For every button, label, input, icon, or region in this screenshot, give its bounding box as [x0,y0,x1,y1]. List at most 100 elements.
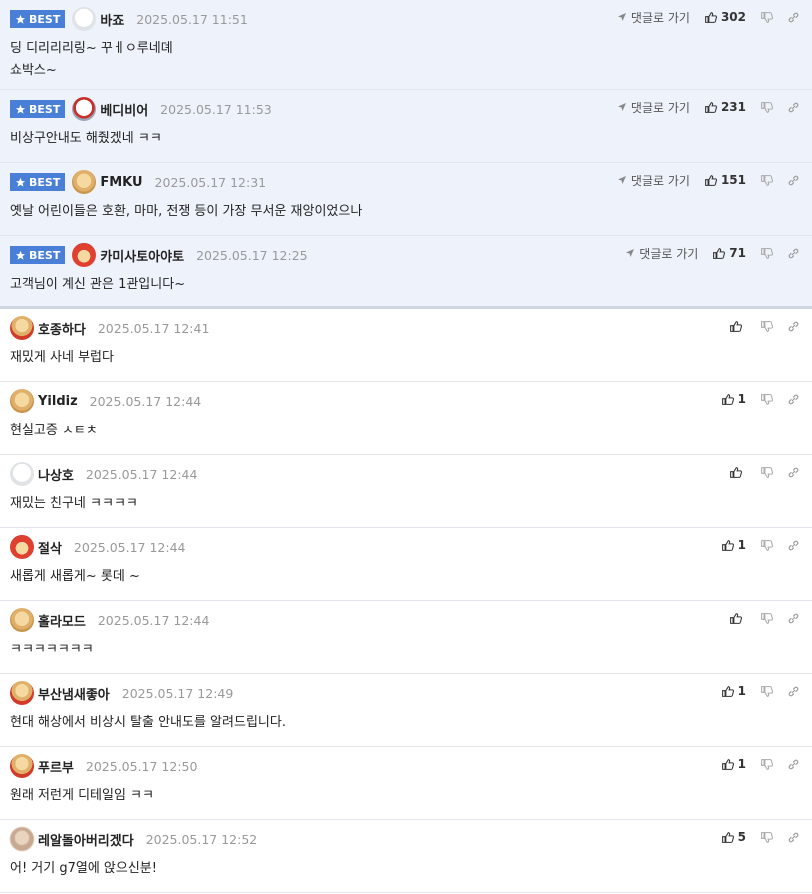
comment-actions: 5 [721,827,800,847]
go-to-reply-link[interactable]: 댓글로 가기 [617,172,690,189]
like-count: 5 [737,830,746,844]
thumbs-up-icon [730,320,742,332]
thumbs-down-icon [761,393,773,405]
thumbs-up-icon [721,685,734,697]
reply-label: 댓글로 가기 [630,100,690,115]
thumbs-down-icon [761,539,773,551]
share-link-button[interactable] [787,247,800,260]
avatar[interactable] [10,827,34,851]
nickname[interactable]: 호종하다 [38,319,86,338]
like-button[interactable]: 1 [721,757,746,771]
share-link-button[interactable] [787,101,800,114]
link-icon [788,832,799,842]
nickname[interactable]: 절삭 [38,538,62,557]
comment-date: 2025.05.17 12:25 [196,247,308,263]
like-button[interactable]: 231 [704,100,746,114]
avatar[interactable] [10,608,34,632]
nickname[interactable]: FMKU [100,175,142,190]
share-link-button[interactable] [787,758,800,771]
dislike-button[interactable] [760,11,773,24]
link-icon [788,394,799,404]
comment-header: 호종하다 2025.05.17 12:41 [10,316,209,340]
nickname[interactable]: 베디비어 [100,100,148,119]
go-to-reply-link[interactable]: 댓글로 가기 [617,99,690,116]
comment-header: BEST 바죠 2025.05.17 11:51 [10,7,248,31]
avatar[interactable] [10,535,34,559]
like-count: 231 [720,100,746,114]
dislike-button[interactable] [760,612,773,625]
avatar[interactable] [72,7,97,31]
comment-date: 2025.05.17 12:52 [145,831,258,847]
nickname[interactable]: 카미사토아야토 [100,246,184,265]
avatar[interactable] [72,243,97,267]
avatar[interactable] [10,681,34,705]
comment-actions: 댓글로 가기 151 [617,170,800,190]
dislike-button[interactable] [760,831,773,844]
best-badge: BEST [10,10,66,28]
like-button[interactable]: 71 [712,246,746,260]
reply-label: 댓글로 가기 [630,10,690,25]
like-button[interactable] [729,320,746,333]
share-link-button[interactable] [787,320,800,333]
comment-item: BEST FMKU 2025.05.17 12:31 옛날 어린이들은 호환, … [0,163,812,236]
dislike-button[interactable] [760,174,773,187]
share-link-button[interactable] [787,685,800,698]
like-button[interactable]: 302 [704,10,746,24]
best-badge: BEST [10,100,66,118]
like-button[interactable]: 1 [721,684,746,698]
comment-header: 푸르부 2025.05.17 12:50 [10,754,197,778]
like-button[interactable] [729,612,746,625]
share-link-button[interactable] [787,174,800,187]
thumbs-down-icon [761,612,773,624]
share-link-button[interactable] [787,11,800,24]
dislike-button[interactable] [760,685,773,698]
share-link-button[interactable] [787,539,800,552]
link-icon [788,248,799,258]
go-to-reply-link[interactable]: 댓글로 가기 [625,245,698,262]
like-button[interactable] [729,466,746,479]
like-button[interactable]: 1 [721,392,746,406]
avatar[interactable] [72,97,97,121]
share-link-button[interactable] [787,466,800,479]
like-button[interactable]: 5 [721,830,746,844]
comment-actions: 1 [721,754,800,774]
comment-list: BEST 바죠 2025.05.17 11:51 딩 디리리리링~ 꾸ㅔㅇ루네뎨… [0,0,812,893]
dislike-button[interactable] [760,101,773,114]
dislike-button[interactable] [760,466,773,479]
avatar[interactable] [10,754,34,778]
nickname[interactable]: Yildiz [38,394,78,409]
dislike-button[interactable] [760,247,773,260]
like-count: 71 [729,246,746,260]
link-icon [788,321,799,331]
go-to-reply-link[interactable]: 댓글로 가기 [617,9,690,26]
dislike-button[interactable] [760,393,773,406]
thumbs-down-icon [761,11,773,23]
nickname[interactable]: 홀라모드 [38,611,86,630]
best-label: BEST [29,102,61,116]
comment-body: 어! 거기 g7열에 앉으신분! [10,861,157,876]
dislike-button[interactable] [760,758,773,771]
avatar[interactable] [72,170,97,194]
avatar[interactable] [10,316,34,340]
nickname[interactable]: 부산냄새좋아 [38,684,110,703]
nickname[interactable]: 바죠 [100,10,124,29]
share-link-button[interactable] [787,393,800,406]
share-link-button[interactable] [787,831,800,844]
nickname[interactable]: 나상호 [38,465,74,484]
link-icon [788,102,799,112]
avatar[interactable] [10,389,34,413]
share-link-button[interactable] [787,612,800,625]
comment-date: 2025.05.17 12:31 [154,174,267,190]
like-button[interactable]: 151 [704,173,746,187]
thumbs-down-icon [761,831,773,843]
reply-label: 댓글로 가기 [630,173,690,188]
nickname[interactable]: 푸르부 [38,757,74,776]
dislike-button[interactable] [760,320,773,333]
comment-body: 비상구안내도 해줬겠네 ㅋㅋ [10,131,162,146]
dislike-button[interactable] [760,539,773,552]
comment-item: 절삭 2025.05.17 12:44 새롭게 새롭게~ 롯데 ~ 1 [0,528,812,601]
like-button[interactable]: 1 [721,538,746,552]
nickname[interactable]: 레알돌아버리겠다 [38,830,134,849]
avatar[interactable] [10,462,34,486]
link-icon [788,759,799,769]
